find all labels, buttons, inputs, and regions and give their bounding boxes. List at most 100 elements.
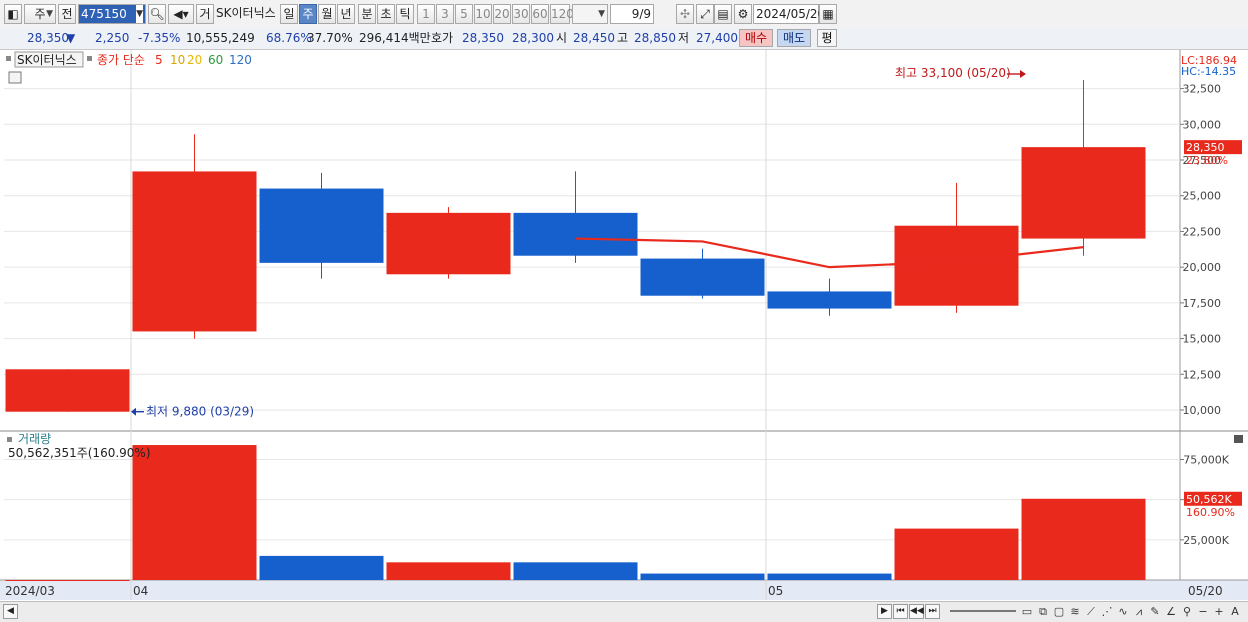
zoom-out-icon[interactable]: − xyxy=(1196,604,1210,619)
legend-name: SK이터닉스 xyxy=(17,53,77,67)
page-indicator: 9/9 xyxy=(610,4,654,24)
period-dropdown-label: 주 xyxy=(34,7,46,21)
volume-tick-label: 75,000K xyxy=(1183,453,1229,466)
magnifier-icon[interactable]: ⚲ xyxy=(1180,604,1194,619)
scroll-prev-icon[interactable]: ◀◀ xyxy=(909,604,924,619)
candle-body xyxy=(386,212,511,275)
period-button[interactable]: 일 xyxy=(280,4,298,24)
tool-fib-icon[interactable]: ⋰ xyxy=(1100,604,1114,619)
eval-button[interactable]: 평 xyxy=(817,29,837,47)
bottom-scrollbar[interactable]: ◀ ▶ ⏮ ◀◀ ⏭ ▭ ⧉ ▢ ≋ ⟋ ⋰ ∿ ⩘ ✎ ∠ ⚲ − + A xyxy=(0,601,1248,622)
candle-body xyxy=(894,225,1019,306)
minute-button[interactable]: 30 xyxy=(512,4,530,24)
zoom-slider[interactable] xyxy=(950,610,1016,612)
minute-button[interactable]: 3 xyxy=(436,4,454,24)
volume-bar xyxy=(5,579,130,581)
legend-ma-120: 120 xyxy=(229,53,252,67)
high-label: 고 xyxy=(617,31,629,45)
price-tick-label: 32,500 xyxy=(1183,83,1222,96)
price-tick-label: 22,500 xyxy=(1183,225,1222,238)
turnover-pct: 68.76% xyxy=(266,31,312,45)
minute-button[interactable]: 1 xyxy=(417,4,435,24)
tool-copy-icon[interactable]: ⧉ xyxy=(1036,604,1050,619)
minute-button[interactable]: 60 xyxy=(531,4,549,24)
buy-button[interactable]: 매수 xyxy=(739,29,773,47)
candle-body xyxy=(767,291,892,309)
low-price: 27,400 xyxy=(696,31,738,45)
price-tick-label: 25,000 xyxy=(1183,190,1222,203)
scroll-last-icon[interactable]: ⏭ xyxy=(925,604,940,619)
stock-name: SK이터닉스 xyxy=(216,6,276,20)
minute-button[interactable]: 120 xyxy=(550,4,574,24)
tool-wave-icon[interactable]: ≋ xyxy=(1068,604,1082,619)
hc-label: HC:-14.35 xyxy=(1181,65,1236,78)
volume-tick-label: 25,000K xyxy=(1183,534,1229,547)
high-price: 28,850 xyxy=(634,31,676,45)
period-button[interactable]: 틱 xyxy=(396,4,414,24)
period-button[interactable]: 년 xyxy=(337,4,355,24)
tool-line-icon[interactable]: ∿ xyxy=(1116,604,1130,619)
tool-zigzag-icon[interactable]: ⩘ xyxy=(1132,604,1146,619)
sell-button[interactable]: 매도 xyxy=(777,29,811,47)
zoom-icon[interactable]: ⤢ xyxy=(696,4,714,24)
candle-body xyxy=(132,171,257,332)
period-dropdown[interactable]: 주 ▼ xyxy=(24,4,56,24)
volume-bar xyxy=(640,573,765,580)
chart-area[interactable]: 32,500 30,000 27,500 25,000 22,500 20,000 17,5… xyxy=(0,50,1248,600)
period-button[interactable]: 초 xyxy=(377,4,395,24)
calendar-icon[interactable]: ▦ xyxy=(819,4,837,24)
prev-button[interactable]: 전 xyxy=(58,4,76,24)
low-label: 저 xyxy=(678,31,690,45)
table-icon xyxy=(8,71,22,84)
change-pct: -7.35% xyxy=(138,31,181,45)
period-button[interactable]: 분 xyxy=(358,4,376,24)
price-tick-label: 10,000 xyxy=(1183,404,1222,417)
candlestick-chart[interactable]: 32,50030,00027,50025,00022,50020,00017,5… xyxy=(0,50,1248,600)
change-value: 2,250 xyxy=(95,31,130,45)
save-icon[interactable]: ▤ xyxy=(714,4,732,24)
tool-window-icon[interactable]: ▢ xyxy=(1052,604,1066,619)
tool-trend-icon[interactable]: ⟋ xyxy=(1084,604,1098,619)
price-tick-label: 17,500 xyxy=(1183,297,1222,310)
stock-code-input[interactable]: 475150 ▼ xyxy=(78,4,146,24)
minute-custom-dropdown[interactable]: ▼ xyxy=(572,4,608,24)
period-button[interactable]: 월 xyxy=(318,4,336,24)
zoom-in-icon[interactable]: + xyxy=(1212,604,1226,619)
volume: 10,555,249 xyxy=(186,31,255,45)
sound-icon[interactable]: ◀▾ xyxy=(168,4,194,24)
legend-ma-5: 5 xyxy=(155,53,163,67)
scroll-left-icon[interactable]: ◀ xyxy=(3,604,18,619)
price-badge-pct: 23.80% xyxy=(1186,154,1228,167)
gear-icon[interactable]: ⚙ xyxy=(734,4,752,24)
layout-icon[interactable]: ◧ xyxy=(4,4,22,24)
x-axis-label: 04 xyxy=(133,584,148,598)
volume-bar xyxy=(132,445,257,580)
tool-angle-icon[interactable]: ∠ xyxy=(1164,604,1178,619)
scroll-first-icon[interactable]: ⏮ xyxy=(893,604,908,619)
tool-pencil-icon[interactable]: ✎ xyxy=(1148,604,1162,619)
volume-close-icon xyxy=(1234,435,1243,443)
search-icon[interactable]: 🔍︎ xyxy=(148,4,166,24)
legend-ma-60: 60 xyxy=(208,53,223,67)
volume-badge-value: 50,562K xyxy=(1186,493,1232,506)
legend-ma-20: 20 xyxy=(187,53,202,67)
volume-bar xyxy=(259,555,384,580)
minute-button[interactable]: 10 xyxy=(474,4,492,24)
x-axis-label: 05 xyxy=(768,584,783,598)
ask-price-2: 28,300 xyxy=(512,31,554,45)
tool-box-icon[interactable]: ▭ xyxy=(1020,604,1034,619)
low-annotation: 최저 9,880 (03/29) xyxy=(146,405,254,419)
minute-button[interactable]: 5 xyxy=(455,4,473,24)
date-input[interactable]: 2024/05/20 xyxy=(753,4,825,24)
minute-button[interactable]: 20 xyxy=(493,4,511,24)
x-axis-label: 05/20 xyxy=(1188,584,1223,598)
volume-bar xyxy=(767,573,892,580)
change-arrow: ▼ xyxy=(66,31,76,45)
scroll-right-icon[interactable]: ▶ xyxy=(877,604,892,619)
font-size-icon[interactable]: A xyxy=(1228,604,1242,619)
trade-button[interactable]: 거 xyxy=(196,4,214,24)
volume-bar xyxy=(513,562,638,580)
period-button[interactable]: 주 xyxy=(299,4,317,24)
crosshair-icon[interactable]: ✣ xyxy=(676,4,694,24)
legend-ma-10: 10 xyxy=(170,53,185,67)
